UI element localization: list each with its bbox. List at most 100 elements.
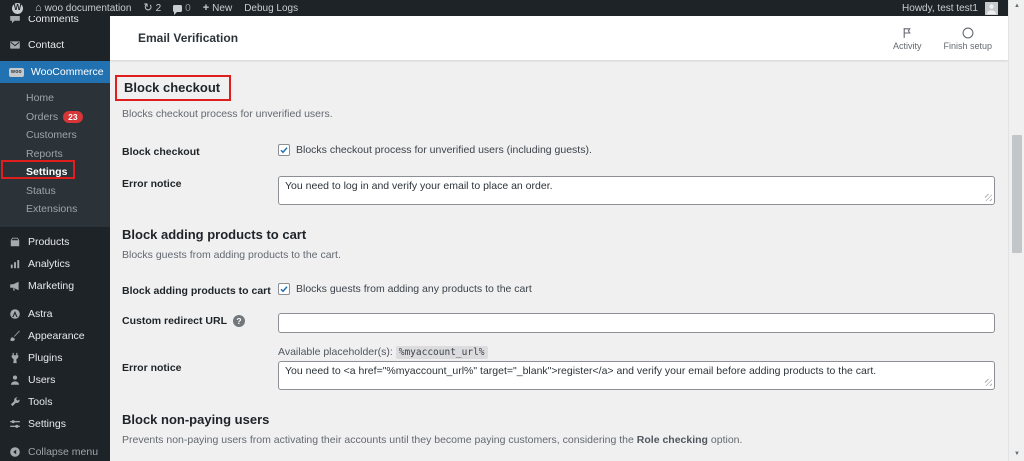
woocommerce-icon: woo	[9, 68, 24, 77]
resize-grip-icon[interactable]	[985, 379, 992, 386]
wrench-icon	[9, 396, 21, 408]
block-checkout-checkbox[interactable]	[278, 144, 290, 156]
sidebar-item-settings-general[interactable]: Settings	[0, 413, 110, 435]
comments-count: 0	[185, 3, 191, 14]
submenu-item-home[interactable]: Home	[0, 89, 110, 108]
activity-button[interactable]: Activity	[893, 26, 922, 51]
submenu-label: Settings	[26, 166, 67, 178]
field-label: Block checkout	[122, 144, 278, 158]
woocommerce-submenu: Home Orders 23 Customers Reports Setting…	[0, 83, 110, 227]
orders-count-badge: 23	[63, 111, 82, 124]
sidebar-item-label: Contact	[28, 39, 64, 51]
site-name-item[interactable]: ⌂ woo documentation	[29, 0, 137, 16]
resize-grip-icon[interactable]	[985, 194, 992, 201]
sidebar-item-products[interactable]: Products	[0, 231, 110, 253]
submenu-label: Home	[26, 92, 54, 104]
sidebar-item-marketing[interactable]: Marketing	[0, 275, 110, 297]
submenu-label: Extensions	[26, 203, 77, 215]
custom-redirect-row: Custom redirect URL ?	[122, 313, 995, 333]
finish-setup-label: Finish setup	[943, 41, 992, 51]
checkout-error-notice-textarea[interactable]: You need to log in and verify your email…	[278, 176, 995, 205]
avatar	[985, 2, 998, 15]
paintbrush-icon	[9, 330, 21, 342]
submenu-item-settings[interactable]: Settings	[0, 163, 110, 182]
submenu-item-orders[interactable]: Orders 23	[0, 108, 110, 127]
sidebar-item-tools[interactable]: Tools	[0, 391, 110, 413]
sidebar-item-contact[interactable]: Contact	[0, 35, 110, 54]
megaphone-icon	[9, 280, 21, 292]
error-notice-row: Error notice You need to log in and veri…	[122, 176, 995, 205]
updates-item[interactable]: ↻ 2	[137, 0, 167, 16]
activity-label: Activity	[893, 41, 922, 51]
submenu-label: Reports	[26, 148, 63, 160]
scroll-up-icon[interactable]: ▲	[1009, 1, 1024, 11]
sidebar-item-label: Plugins	[28, 352, 62, 364]
finish-setup-button[interactable]: Finish setup	[943, 26, 992, 51]
sidebar-item-label: Products	[28, 236, 69, 248]
sidebar-item-comments[interactable]: Comments	[0, 16, 110, 28]
section-description: Prevents non-paying users from activatin…	[122, 434, 995, 446]
submenu-item-status[interactable]: Status	[0, 182, 110, 201]
sidebar-item-label: Settings	[28, 418, 66, 430]
new-label: New	[212, 3, 232, 14]
sidebar-item-woocommerce[interactable]: woo WooCommerce	[0, 61, 110, 83]
header-actions: Activity Finish setup	[893, 26, 992, 51]
sidebar-item-users[interactable]: Users	[0, 369, 110, 391]
products-icon	[9, 236, 21, 248]
howdy-label: Howdy, test test1	[902, 3, 978, 14]
field-label: Block adding products to cart	[122, 283, 278, 297]
scrollbar-thumb[interactable]	[1012, 135, 1022, 253]
wordpress-menu-item[interactable]: W	[6, 0, 29, 16]
sidebar-item-astra[interactable]: Astra	[0, 303, 110, 325]
field-label: Custom redirect URL	[122, 315, 227, 327]
updates-icon: ↻	[143, 3, 152, 14]
checkbox-description: Blocks guests from adding any products t…	[296, 283, 532, 295]
section-heading-block-cart: Block adding products to cart	[122, 227, 995, 242]
submenu-item-customers[interactable]: Customers	[0, 126, 110, 145]
block-checkout-annotation-box: Block checkout	[115, 75, 231, 101]
sidebar-item-label: Appearance	[28, 330, 85, 342]
progress-circle-icon	[961, 26, 975, 40]
sidebar-item-label: Analytics	[28, 258, 70, 270]
custom-redirect-url-input[interactable]	[278, 313, 995, 333]
sidebar-item-appearance[interactable]: Appearance	[0, 325, 110, 347]
envelope-icon	[9, 39, 21, 51]
sidebar-item-label: WooCommerce	[31, 66, 104, 78]
user-icon	[9, 374, 21, 386]
astra-icon	[9, 308, 21, 320]
page-header: Email Verification Activity Finish setup	[110, 16, 1008, 60]
cart-error-notice-row: Error notice Available placeholder(s): %…	[122, 346, 995, 390]
scroll-down-icon[interactable]: ▼	[1009, 449, 1024, 459]
submenu-item-extensions[interactable]: Extensions	[0, 200, 110, 219]
submenu-item-reports[interactable]: Reports	[0, 145, 110, 164]
block-cart-row: Block adding products to cart Blocks gue…	[122, 283, 995, 297]
debug-logs-item[interactable]: Debug Logs	[238, 0, 304, 16]
wordpress-admin-screen: ▲ ▼ W ⌂ woo documentation ↻ 2 0 + New De…	[0, 0, 1024, 461]
updates-count: 2	[156, 3, 162, 14]
debug-logs-label: Debug Logs	[244, 3, 298, 14]
checkmark-icon	[279, 145, 289, 155]
sidebar-item-collapse-menu[interactable]: Collapse menu	[0, 441, 110, 461]
placeholder-code: %myaccount_url%	[396, 346, 488, 359]
sidebar-item-label: Users	[28, 374, 55, 386]
sidebar-item-label: Astra	[28, 308, 53, 320]
my-account-item[interactable]: Howdy, test test1	[896, 0, 1004, 16]
home-icon: ⌂	[35, 3, 42, 14]
sidebar-item-plugins[interactable]: Plugins	[0, 347, 110, 369]
new-content-item[interactable]: + New	[197, 0, 238, 16]
plus-icon: +	[203, 3, 209, 14]
vertical-scrollbar[interactable]: ▲ ▼	[1008, 0, 1024, 461]
sidebar-item-analytics[interactable]: Analytics	[0, 253, 110, 275]
settings-content: Block checkout Blocks checkout process f…	[110, 60, 1008, 461]
section-heading-block-nonpaying: Block non-paying users	[122, 412, 995, 427]
cart-error-notice-textarea[interactable]: You need to <a href="%myaccount_url%" ta…	[278, 361, 995, 390]
flag-icon	[900, 26, 914, 40]
page-title: Email Verification	[138, 31, 238, 45]
help-icon[interactable]: ?	[233, 315, 245, 327]
comments-icon	[173, 5, 182, 12]
comments-item[interactable]: 0	[167, 0, 197, 16]
field-label: Error notice	[122, 346, 278, 374]
block-cart-checkbox[interactable]	[278, 283, 290, 295]
sidebar-lower-menu: Products Analytics Marketing Astra Appea…	[0, 227, 110, 461]
submenu-label: Customers	[26, 129, 77, 141]
